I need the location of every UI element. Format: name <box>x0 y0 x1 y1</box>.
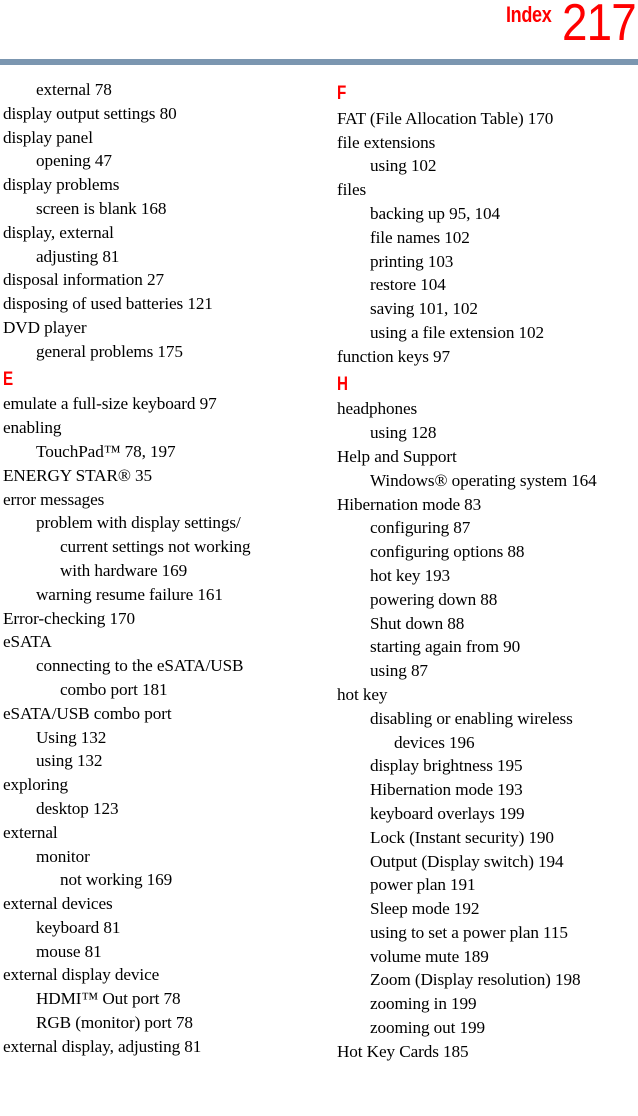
index-subentry: using a file extension 102 <box>370 322 545 342</box>
index-entry: external display device <box>3 965 160 985</box>
index-subentry: external 78 <box>36 80 112 99</box>
index-entry: function keys 97 <box>337 346 450 366</box>
index-subentry: with hardware 169 <box>60 560 188 580</box>
index-entry: display, external <box>3 222 114 242</box>
index-subentry: power plan 191 <box>370 875 476 895</box>
index-subentry: general problems 175 <box>36 341 183 361</box>
index-subentry: RGB (monitor) port 78 <box>36 1013 193 1033</box>
index-subentry: opening 47 <box>36 151 112 171</box>
index-entry: headphones <box>337 399 418 419</box>
index-entry: Hibernation mode 83 <box>337 494 482 514</box>
index-subentry: Output (Display switch) 194 <box>370 851 564 871</box>
index-entry: file extensions <box>337 132 436 152</box>
index-subentry: combo port 181 <box>60 679 168 699</box>
index-entry: ENERGY STAR® 35 <box>3 465 152 485</box>
index-entry: disposing of used batteries 121 <box>3 294 213 314</box>
index-subentry: Windows® operating system 164 <box>370 470 597 490</box>
index-section-letter: H <box>337 373 348 395</box>
index-subentry: volume mute 189 <box>370 946 489 966</box>
index-subentry: monitor <box>36 846 90 866</box>
index-subentry: Zoom (Display resolution) 198 <box>370 970 581 990</box>
index-subentry: configuring 87 <box>370 518 471 538</box>
index-subentry: backing up 95, 104 <box>370 203 500 223</box>
index-entry: error messages <box>3 489 105 509</box>
index-subentry: current settings not working <box>60 537 251 557</box>
index-subentry: warning resume failure 161 <box>36 584 223 604</box>
index-subentry: Using 132 <box>36 727 107 747</box>
index-entry: Hot Key Cards 185 <box>337 1041 469 1061</box>
index-body: external 78 display output settings 80 dis… <box>0 78 638 1064</box>
index-column-right: F FAT (File Allocation Table) 170 file ext… <box>319 78 638 1064</box>
index-subentry: zooming in 199 <box>370 994 477 1014</box>
index-subentry: adjusting 81 <box>36 246 120 266</box>
index-subentry: devices 196 <box>394 732 475 752</box>
index-entry: display problems <box>3 175 120 195</box>
index-subentry: printing 103 <box>370 251 454 271</box>
index-entry: external devices <box>3 894 113 914</box>
index-subentry: problem with display settings/ <box>36 513 241 533</box>
page-number: 217 <box>562 0 637 52</box>
index-entry: display output settings 80 <box>3 103 177 123</box>
index-subentry: using 87 <box>370 661 428 681</box>
page-header: Index 217 <box>0 0 638 59</box>
index-column-left: external 78 display output settings 80 dis… <box>0 78 319 1064</box>
index-subentry: starting again from 90 <box>370 637 521 657</box>
page-header-section-label: Index <box>505 2 552 27</box>
index-entry: Error-checking 170 <box>3 608 135 628</box>
index-entry: Help and Support <box>337 446 457 466</box>
index-subentry: screen is blank 168 <box>36 198 167 218</box>
index-subentry: keyboard 81 <box>36 917 121 937</box>
index-subentry: using 102 <box>370 156 437 176</box>
index-entry: external <box>3 822 58 842</box>
index-subentry: saving 101, 102 <box>370 299 478 319</box>
index-subentry: connecting to the eSATA/USB <box>36 656 244 676</box>
index-entry: emulate a full-size keyboard 97 <box>3 394 217 414</box>
index-entry: DVD player <box>3 317 87 337</box>
index-section-letter: E <box>3 368 14 390</box>
index-subentry: desktop 123 <box>36 798 119 818</box>
index-entry: eSATA <box>3 632 52 652</box>
index-entry: hot key <box>337 684 388 704</box>
index-subentry: display brightness 195 <box>370 756 523 776</box>
index-entry: exploring <box>3 775 68 795</box>
index-entry: FAT (File Allocation Table) 170 <box>337 108 554 128</box>
index-subentry: Shut down 88 <box>370 613 465 633</box>
index-entry: disposal information 27 <box>3 270 164 290</box>
index-subentry: using 128 <box>370 423 437 443</box>
index-entry: display panel <box>3 127 93 147</box>
index-subentry: keyboard overlays 199 <box>370 803 525 823</box>
index-section-letter: F <box>337 83 347 104</box>
index-subentry: TouchPad™ 78, 197 <box>36 441 176 461</box>
index-subentry: not working 169 <box>60 870 173 890</box>
index-subentry: mouse 81 <box>36 941 102 961</box>
index-subentry: Hibernation mode 193 <box>370 780 523 800</box>
index-subentry: using to set a power plan 115 <box>370 922 568 942</box>
index-entry: eSATA/USB combo port <box>3 703 172 723</box>
index-subentry: using 132 <box>36 751 103 771</box>
header-divider-rule <box>0 59 638 65</box>
index-entry: files <box>337 180 367 200</box>
index-subentry: restore 104 <box>370 275 446 295</box>
index-entry: enabling <box>3 418 62 438</box>
index-subentry: Sleep mode 192 <box>370 899 480 919</box>
index-subentry: hot key 193 <box>370 565 451 585</box>
index-subentry: disabling or enabling wireless <box>370 708 573 728</box>
index-subentry: Lock (Instant security) 190 <box>370 827 554 847</box>
index-subentry: zooming out 199 <box>370 1018 485 1038</box>
index-subentry: HDMI™ Out port 78 <box>36 989 181 1009</box>
index-subentry: file names 102 <box>370 227 470 247</box>
index-entry: external display, adjusting 81 <box>3 1036 202 1056</box>
index-subentry: powering down 88 <box>370 589 498 609</box>
index-subentry: configuring options 88 <box>370 542 525 562</box>
